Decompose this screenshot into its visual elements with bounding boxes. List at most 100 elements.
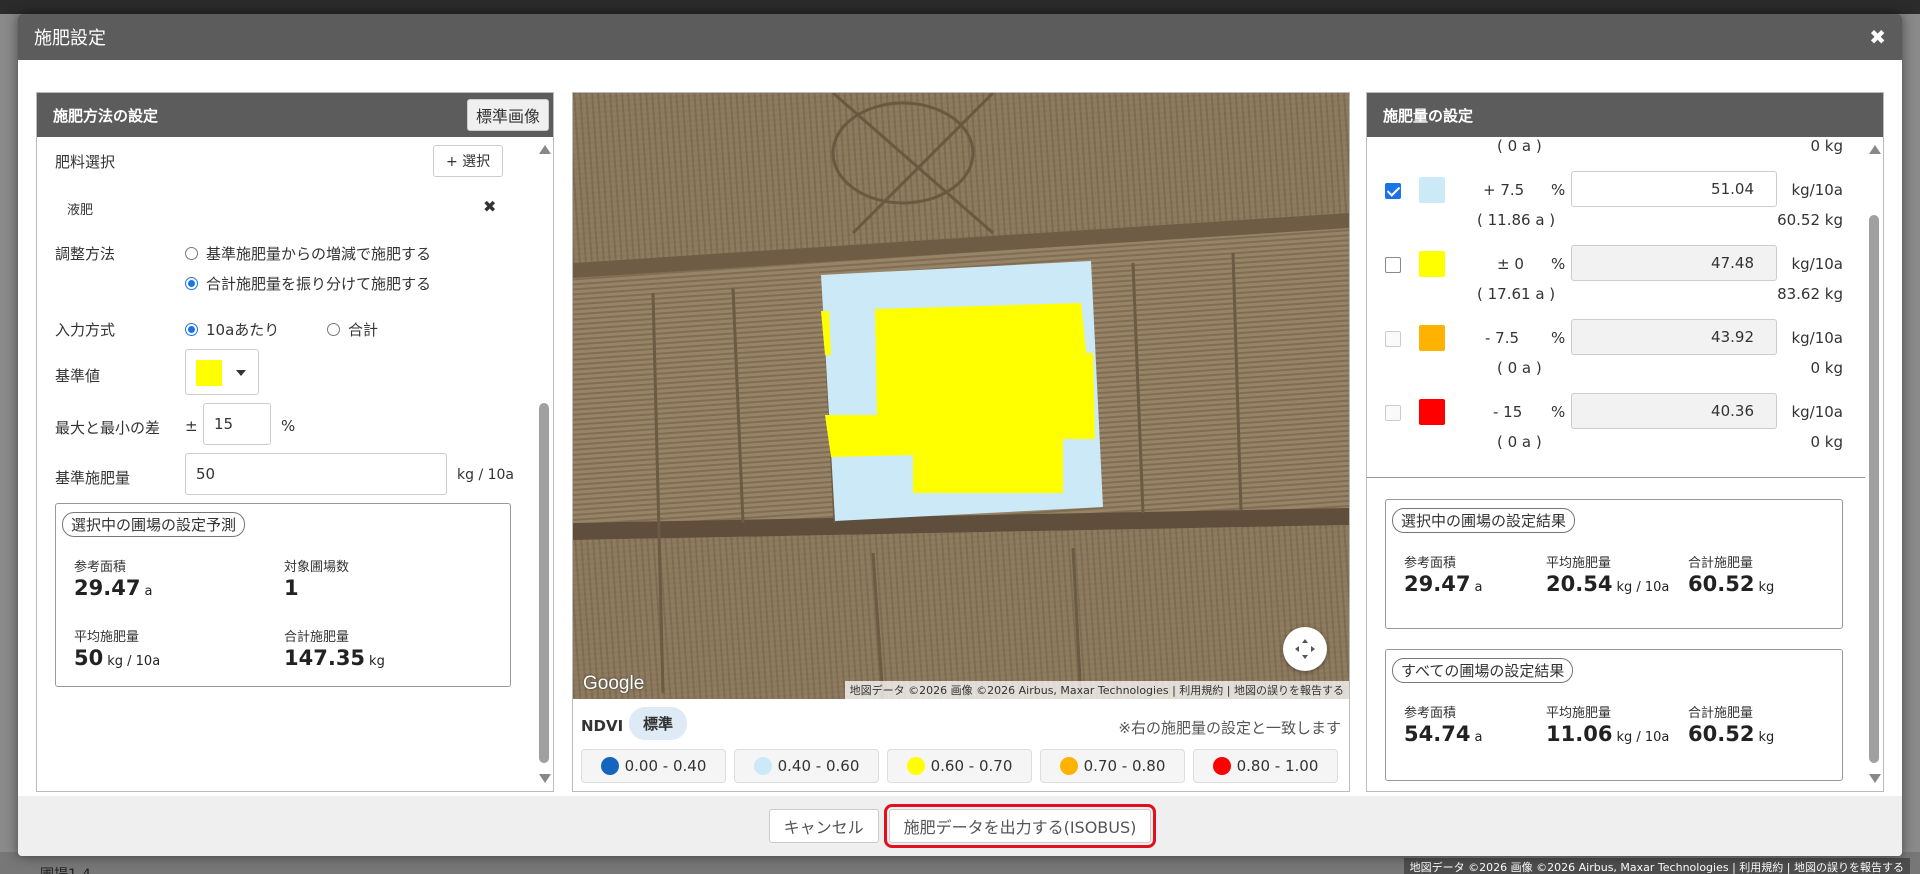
rate-row-checkbox[interactable]: [1385, 405, 1401, 421]
crosshair-arrows-icon: [1295, 639, 1315, 659]
total-rate-label: 合計施肥量: [284, 630, 350, 645]
scroll-down-icon[interactable]: [1869, 774, 1881, 783]
area-value: 29.47 a: [1404, 572, 1482, 596]
total-rate-label: 合計施肥量: [1688, 556, 1754, 571]
method-scroll-area[interactable]: 肥料選択 + 選択 液肥 ✖ 調整方法 基準施肥量からの増減で施肥する 合計施肥…: [37, 137, 553, 791]
input-option-per-10a[interactable]: 10aあたり: [185, 319, 279, 340]
rate-area: ( 0 a ): [1497, 359, 1542, 377]
cancel-button[interactable]: キャンセル: [768, 809, 879, 843]
rate-percent: ± 0: [1497, 255, 1524, 273]
right-scrollbar[interactable]: [1867, 139, 1881, 789]
rate-input[interactable]: 51.04: [1571, 171, 1777, 207]
rate-total: 60.52 kg: [1777, 211, 1843, 229]
rate-row-checkbox[interactable]: [1385, 183, 1401, 199]
area-value: 54.74 a: [1404, 722, 1482, 746]
rate-total: 0 kg: [1810, 433, 1843, 451]
radio-selected-icon[interactable]: [185, 323, 198, 336]
result-badge: 選択中の圃場の設定結果: [1392, 508, 1576, 533]
scroll-thumb[interactable]: [539, 403, 549, 763]
unit: a: [1474, 730, 1483, 745]
background-map-attribution: 地図データ ©2026 画像 ©2026 Airbus, Maxar Techn…: [1403, 858, 1910, 874]
rate-area: ( 11.86 a ): [1477, 211, 1556, 229]
radio-icon[interactable]: [185, 247, 198, 260]
scroll-down-icon[interactable]: [539, 774, 551, 783]
value: 29.47: [1404, 572, 1471, 596]
rate-row-checkbox[interactable]: [1385, 257, 1401, 273]
fertilization-rate-panel: 施肥量の設定 ( 0 a ) 0 kg + 7.5 % 51.04 kg/10a…: [1366, 92, 1884, 792]
rate-input[interactable]: 40.36: [1571, 393, 1777, 429]
map-attribution[interactable]: 地図データ ©2026 画像 ©2026 Airbus, Maxar Techn…: [844, 681, 1349, 699]
remove-fertilizer-icon[interactable]: ✖: [483, 197, 496, 216]
legend-dot: [1059, 757, 1078, 775]
adjust-option-increase[interactable]: 基準施肥量からの増減で施肥する: [185, 243, 431, 264]
value: 54.74: [1404, 722, 1471, 746]
unit: kg: [369, 654, 385, 669]
dropdown-caret-icon: [236, 370, 246, 376]
rate-color-swatch: [1419, 251, 1445, 277]
rate-input[interactable]: 43.92: [1571, 319, 1777, 355]
rate-percent-unit: %: [1551, 255, 1566, 273]
radio-icon[interactable]: [327, 323, 340, 336]
unit: a: [144, 584, 153, 599]
satellite-map[interactable]: Google 地図データ ©2026 画像 ©2026 Airbus, Maxa…: [573, 93, 1349, 699]
input-option-total[interactable]: 合計: [327, 319, 378, 340]
unit: kg: [1758, 730, 1775, 745]
rate-color-swatch: [1419, 177, 1445, 203]
option-label: 合計: [348, 321, 379, 339]
left-scrollbar[interactable]: [537, 139, 551, 789]
legend-range: 0.00 - 0.40: [624, 757, 707, 775]
diff-input[interactable]: 15: [203, 403, 271, 445]
satellite-imagery: [573, 93, 1349, 699]
base-rate-label: 基準施肥量: [55, 469, 131, 487]
value: 50: [74, 646, 104, 670]
export-isobus-button[interactable]: 施肥データを出力する(ISOBUS): [883, 804, 1157, 848]
selected-fertilizer: 液肥: [67, 203, 94, 218]
base-color-swatch: [196, 360, 222, 386]
rate-scroll-area[interactable]: ( 0 a ) 0 kg + 7.5 % 51.04 kg/10a ( 11.8…: [1367, 137, 1883, 791]
avg-rate-value: 11.06 kg / 10a: [1546, 722, 1669, 746]
unit: kg / 10a: [1616, 730, 1670, 745]
recenter-button[interactable]: [1283, 627, 1327, 671]
adjust-method-label: 調整方法: [55, 245, 116, 263]
base-value-label: 基準値: [55, 367, 101, 385]
legend-dot: [906, 757, 925, 775]
scroll-up-icon[interactable]: [1869, 145, 1881, 154]
value: 60.52: [1688, 722, 1755, 746]
rate-row-checkbox[interactable]: [1385, 331, 1401, 347]
adjust-option-distribute[interactable]: 合計施肥量を振り分けて施肥する: [185, 273, 431, 294]
rate-color-swatch: [1419, 399, 1445, 425]
standard-image-button[interactable]: 標準画像: [466, 99, 549, 131]
unit: kg / 10a: [107, 654, 161, 669]
rate-percent: + 7.5: [1483, 181, 1525, 199]
legend-item: 0.00 - 0.40: [581, 749, 726, 783]
rate-input[interactable]: 47.48: [1571, 245, 1777, 281]
rate-unit: kg/10a: [1791, 403, 1843, 421]
value: 20.54: [1546, 572, 1613, 596]
divider: [1367, 477, 1865, 478]
unit: a: [1474, 580, 1483, 595]
value: 11.06: [1546, 722, 1613, 746]
avg-rate-value: 50 kg / 10a: [74, 646, 160, 670]
select-fertilizer-button[interactable]: + 選択: [433, 145, 504, 177]
field-count-value: 1: [284, 576, 299, 600]
scroll-thumb[interactable]: [1869, 215, 1879, 763]
rate-area: ( 0 a ): [1497, 433, 1542, 451]
diff-prefix: ±: [185, 417, 198, 435]
fertilization-settings-modal: 施肥設定 ✖ 施肥方法の設定 標準画像 肥料選択 + 選択 液肥 ✖ 調整方法 …: [18, 14, 1902, 856]
area-label: 参考面積: [1404, 556, 1457, 571]
field-count-label: 対象圃場数: [284, 560, 350, 575]
legend-item: 0.70 - 0.80: [1040, 749, 1185, 783]
base-color-select[interactable]: [185, 349, 259, 395]
value: 60.52: [1688, 572, 1755, 596]
legend-item: 0.40 - 0.60: [734, 749, 879, 783]
panel-title: 施肥量の設定: [1383, 106, 1474, 125]
panel-header: 施肥量の設定: [1367, 93, 1883, 137]
legend-item: 0.80 - 1.00: [1193, 749, 1338, 783]
ndvi-mode-chip[interactable]: 標準: [629, 707, 688, 740]
forecast-box: 選択中の圃場の設定予測 参考面積 29.47 a 対象圃場数 1 平均施肥量 50…: [55, 503, 511, 687]
radio-selected-icon[interactable]: [185, 277, 198, 290]
close-icon[interactable]: ✖: [1869, 25, 1886, 49]
base-rate-input[interactable]: 50: [185, 453, 447, 495]
scroll-up-icon[interactable]: [539, 145, 551, 154]
fertilization-method-panel: 施肥方法の設定 標準画像 肥料選択 + 選択 液肥 ✖ 調整方法 基準施肥量から…: [36, 92, 554, 792]
